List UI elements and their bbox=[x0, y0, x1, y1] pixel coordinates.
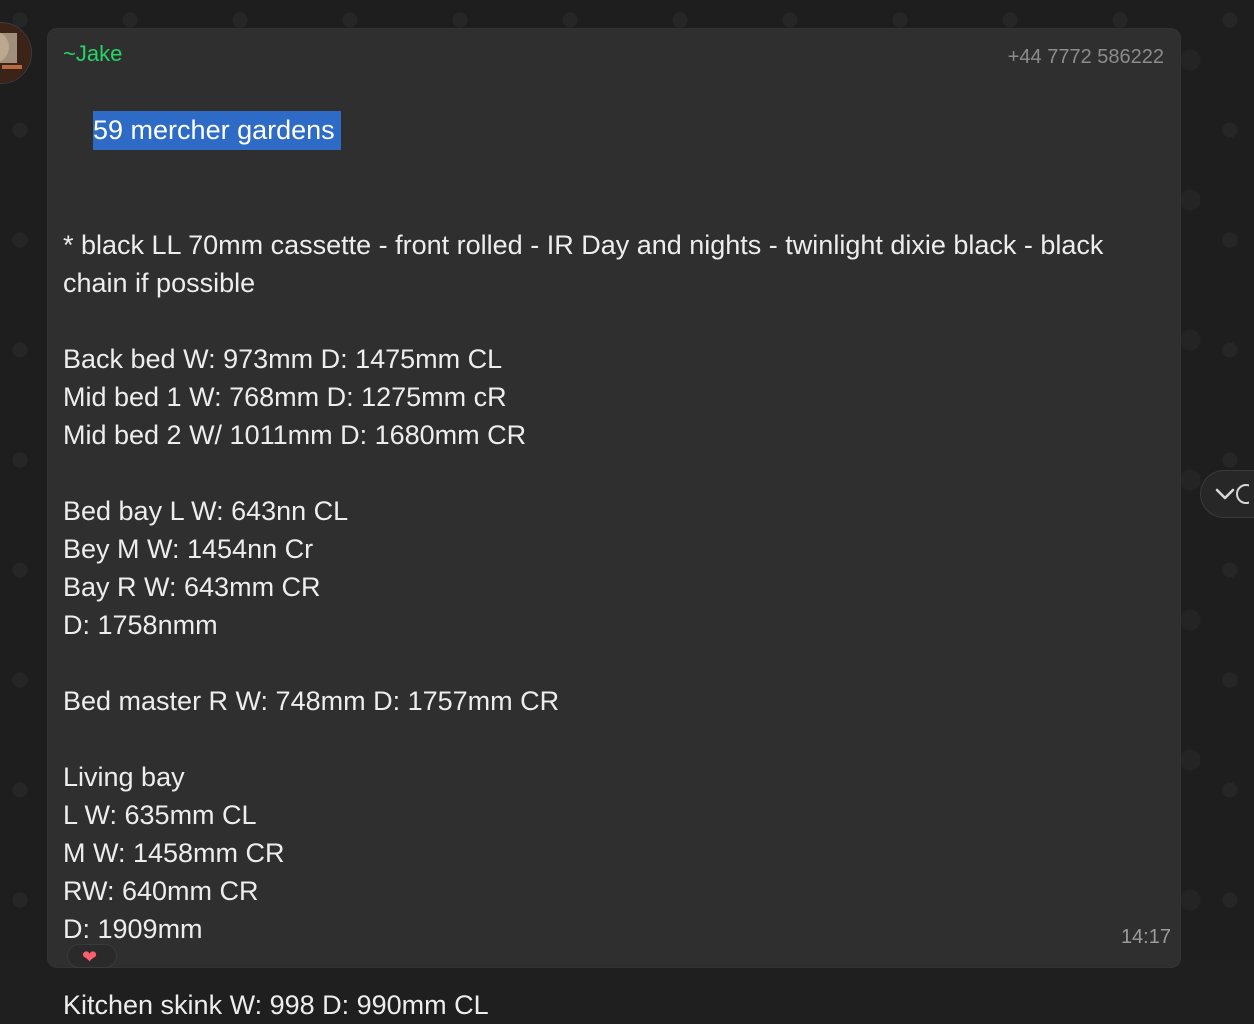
message-line bbox=[63, 644, 1163, 682]
message-line: Bed bay L W: 643nn CL bbox=[63, 496, 349, 526]
message-line: Bed master R W: 748mm D: 1757mm CR bbox=[63, 686, 560, 716]
sender-phone: +44 7772 586222 bbox=[1007, 46, 1164, 68]
message-line: Bey M W: 1454nn Cr bbox=[63, 534, 314, 564]
message-line bbox=[63, 188, 1163, 226]
message-line: L W: 635mm CL bbox=[63, 800, 257, 830]
chevron-down-icon bbox=[1215, 484, 1249, 504]
message-line: Kitchen skink W: 998 D: 990mm CL bbox=[63, 990, 489, 1020]
sender-name[interactable]: ~Jake bbox=[63, 40, 122, 68]
heart-icon: ❤ bbox=[82, 947, 98, 968]
reaction-badge[interactable]: ❤ bbox=[67, 944, 117, 968]
message-body[interactable]: 59 mercher gardens * black LL 70mm casse… bbox=[63, 73, 1163, 1024]
message-line: Back bed W: 973mm D: 1475mm CL bbox=[63, 344, 503, 374]
message-line bbox=[63, 948, 1163, 986]
message-line: Living bay bbox=[63, 762, 185, 792]
message-line-selected[interactable]: 59 mercher gardens bbox=[63, 73, 1163, 188]
message-line bbox=[63, 720, 1163, 758]
message-line: Mid bed 2 W/ 1011mm D: 1680mm CR bbox=[63, 420, 527, 450]
scroll-down-button[interactable] bbox=[1200, 470, 1254, 518]
selected-text[interactable]: 59 mercher gardens bbox=[93, 111, 341, 150]
message-line: Mid bed 1 W: 768mm D: 1275mm cR bbox=[63, 382, 507, 412]
message-line: D: 1758nmm bbox=[63, 610, 218, 640]
message-line: D: 1909mm bbox=[63, 914, 203, 944]
message-line: * black LL 70mm cassette - front rolled … bbox=[63, 230, 1104, 298]
message-line: RW: 640mm CR bbox=[63, 876, 259, 906]
message-line bbox=[63, 454, 1163, 492]
message-line bbox=[63, 302, 1163, 340]
message-line: Bay R W: 643mm CR bbox=[63, 572, 321, 602]
message-line: M W: 1458mm CR bbox=[63, 838, 285, 868]
message-time: 14:17 bbox=[1120, 926, 1171, 948]
